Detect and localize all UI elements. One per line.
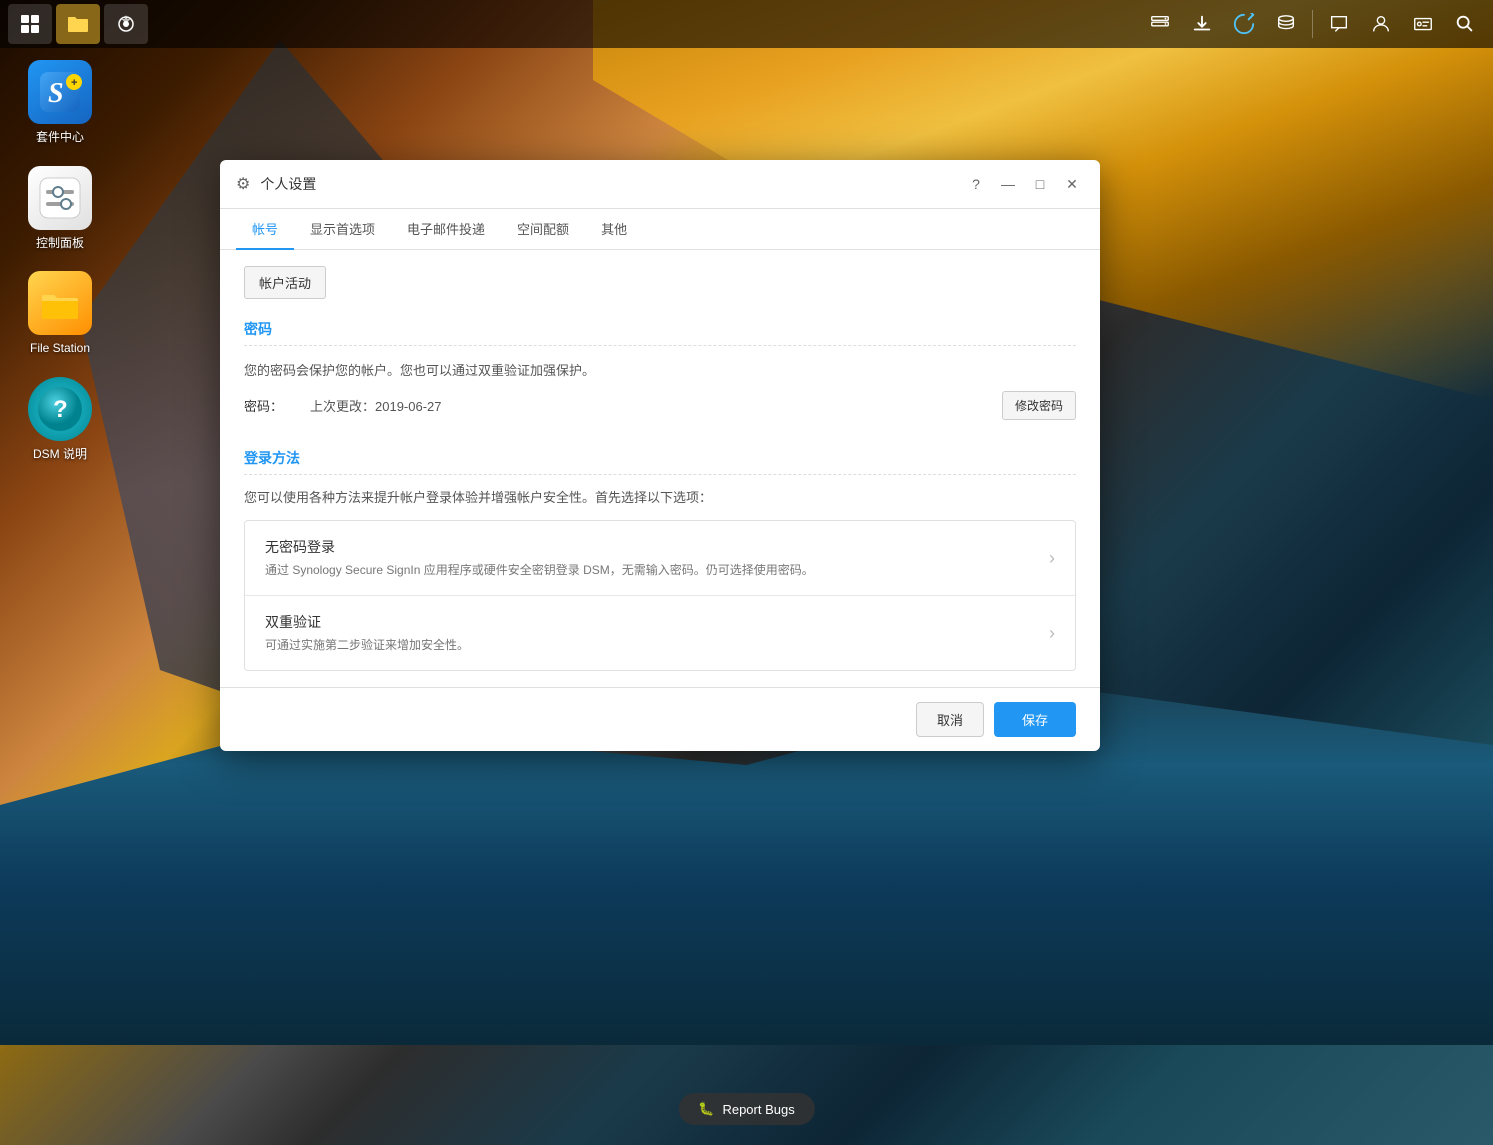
taskbar-right <box>1140 4 1485 44</box>
bug-icon: 🐛 <box>698 1101 714 1117</box>
file-station-label: File Station <box>30 341 90 357</box>
maximize-button[interactable]: □ <box>1028 172 1052 196</box>
svg-text:?: ? <box>53 396 68 423</box>
search-icon[interactable] <box>1445 4 1485 44</box>
cancel-button[interactable]: 取消 <box>916 702 984 737</box>
change-password-button[interactable]: 修改密码 <box>1002 391 1076 420</box>
package-center-icon-img: S + <box>28 60 92 124</box>
two-factor-desc: 可通过实施第二步验证来增加安全性。 <box>265 636 1049 654</box>
login-section-title: 登录方法 <box>244 448 1076 468</box>
folder-button[interactable] <box>56 4 100 44</box>
login-divider <box>244 474 1076 475</box>
two-factor-card[interactable]: 双重验证 可通过实施第二步验证来增加安全性。 › <box>245 596 1075 670</box>
help-button[interactable]: ? <box>964 172 988 196</box>
stack-icon[interactable] <box>1266 4 1306 44</box>
settings-button[interactable] <box>104 4 148 44</box>
dialog-titlebar: ⚙ 个人设置 ? — □ ✕ <box>220 160 1100 209</box>
account-activity-button[interactable]: 帐户活动 <box>244 266 326 299</box>
passwordless-desc: 通过 Synology Secure SignIn 应用程序或硬件安全密钥登录 … <box>265 561 1049 579</box>
report-bugs-button[interactable]: 🐛 Report Bugs <box>678 1093 814 1125</box>
svg-text:S: S <box>48 78 64 109</box>
dsm-help-label: DSM 说明 <box>33 447 87 463</box>
dialog-tabs: 帐号 显示首选项 电子邮件投递 空间配额 其他 <box>220 209 1100 250</box>
tab-quota[interactable]: 空间配额 <box>501 209 585 250</box>
dsm-help-icon-img: ? <box>28 377 92 441</box>
tab-account[interactable]: 帐号 <box>236 209 294 250</box>
dialog-title: 个人设置 <box>260 174 954 194</box>
chat-icon[interactable] <box>1319 4 1359 44</box>
control-panel-icon-img <box>28 166 92 230</box>
login-section-description: 您可以使用各种方法来提升帐户登录体验并增强帐户安全性。首先选择以下选项： <box>244 487 1076 506</box>
sync-icon[interactable] <box>1224 4 1264 44</box>
dialog-controls: ? — □ ✕ <box>964 172 1084 196</box>
passwordless-title: 无密码登录 <box>265 537 1049 557</box>
id-card-icon[interactable] <box>1403 4 1443 44</box>
login-cards-container: 无密码登录 通过 Synology Secure SignIn 应用程序或硬件安… <box>244 520 1076 671</box>
dialog-content: 帐户活动 密码 您的密码会保护您的帐户。您也可以通过双重验证加强保护。 密码： … <box>220 250 1100 687</box>
two-factor-title: 双重验证 <box>265 612 1049 632</box>
taskbar <box>0 0 1493 48</box>
file-station-icon-img <box>28 271 92 335</box>
dialog-footer: 取消 保存 <box>220 687 1100 751</box>
settings-dialog: ⚙ 个人设置 ? — □ ✕ 帐号 显示首选项 电子邮件投递 空间配额 其他 帐… <box>220 160 1100 751</box>
desktop-icon-package-center[interactable]: S + 套件中心 <box>20 60 100 146</box>
minimize-button[interactable]: — <box>996 172 1020 196</box>
desktop-icon-file-station[interactable]: File Station <box>20 271 100 357</box>
password-label: 密码： <box>244 396 294 415</box>
apps-grid-button[interactable] <box>8 4 52 44</box>
dialog-gear-icon: ⚙ <box>236 174 250 194</box>
password-last-changed: 上次更改：2019-06-27 <box>310 396 986 415</box>
two-factor-card-content: 双重验证 可通过实施第二步验证来增加安全性。 <box>265 612 1049 654</box>
report-bugs-label: Report Bugs <box>722 1102 794 1117</box>
password-description: 您的密码会保护您的帐户。您也可以通过双重验证加强保护。 <box>244 360 1076 379</box>
two-factor-arrow-icon: › <box>1049 623 1055 644</box>
svg-text:+: + <box>71 77 77 89</box>
tab-display[interactable]: 显示首选项 <box>294 209 391 250</box>
package-center-label: 套件中心 <box>36 130 84 146</box>
password-divider <box>244 345 1076 346</box>
password-section-title: 密码 <box>244 319 1076 339</box>
passwordless-login-card[interactable]: 无密码登录 通过 Synology Secure SignIn 应用程序或硬件安… <box>245 521 1075 596</box>
password-row: 密码： 上次更改：2019-06-27 修改密码 <box>244 391 1076 420</box>
desktop-icon-dsm-help[interactable]: ? DSM 说明 <box>20 377 100 463</box>
desktop-icons-container: S + 套件中心 控制面板 <box>20 60 100 462</box>
save-button[interactable]: 保存 <box>994 702 1076 737</box>
tab-email[interactable]: 电子邮件投递 <box>391 209 501 250</box>
user-profile-icon[interactable] <box>1361 4 1401 44</box>
storage-icon[interactable] <box>1140 4 1180 44</box>
separator-1 <box>1312 10 1313 38</box>
close-button[interactable]: ✕ <box>1060 172 1084 196</box>
desktop-icon-control-panel[interactable]: 控制面板 <box>20 166 100 252</box>
download-icon[interactable] <box>1182 4 1222 44</box>
tab-other[interactable]: 其他 <box>585 209 643 250</box>
control-panel-label: 控制面板 <box>36 236 84 252</box>
passwordless-arrow-icon: › <box>1049 548 1055 569</box>
passwordless-card-content: 无密码登录 通过 Synology Secure SignIn 应用程序或硬件安… <box>265 537 1049 579</box>
taskbar-left <box>8 4 148 44</box>
